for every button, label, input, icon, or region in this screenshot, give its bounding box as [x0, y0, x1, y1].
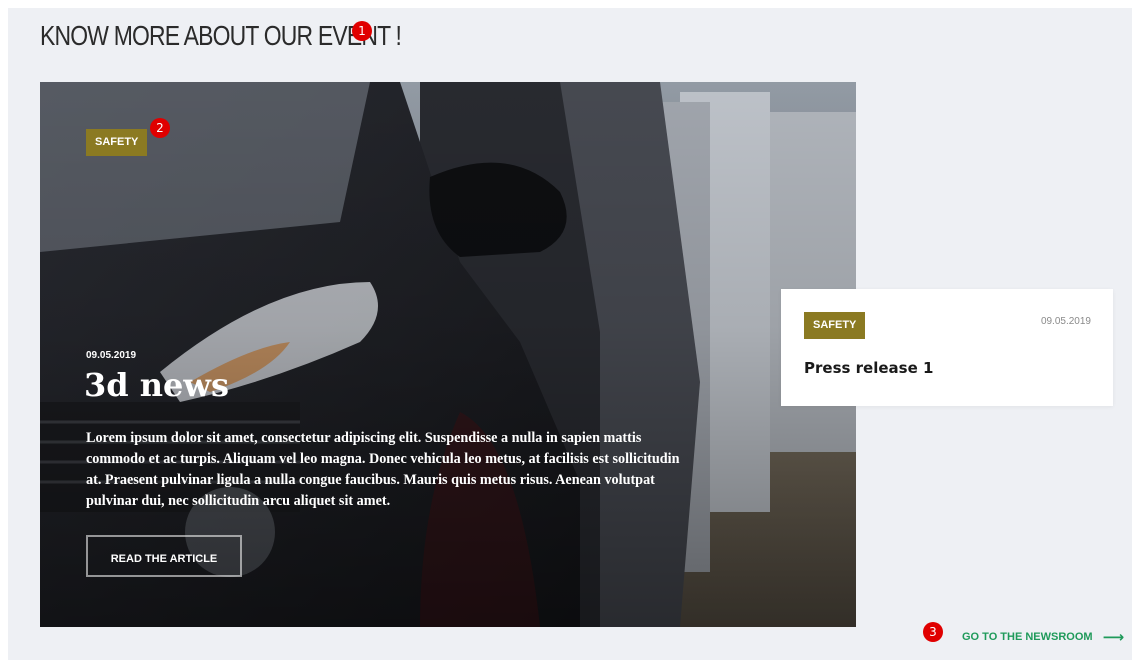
category-tag[interactable]: SAFETY — [804, 312, 866, 339]
annotation-marker-1: 1 — [352, 21, 372, 41]
section-heading: KNOW MORE ABOUT OUR EVENT ! — [40, 20, 402, 51]
article-title[interactable]: 3d news — [84, 366, 229, 404]
read-article-button[interactable]: READ THE ARTICLE — [86, 535, 242, 577]
arrow-right-icon: ⟶ — [1102, 628, 1125, 646]
category-tag[interactable]: SAFETY — [86, 129, 148, 156]
press-release-title[interactable]: Press release 1 — [804, 359, 933, 377]
press-release-date: 09.05.2019 — [1040, 316, 1091, 327]
newsroom-link-label: GO TO THE NEWSROOM — [962, 631, 1093, 643]
featured-article-card[interactable]: SAFETY 2 09.05.2019 3d news Lorem ipsum … — [40, 82, 856, 627]
annotation-marker-2: 2 — [150, 118, 170, 138]
annotation-marker-3: 3 — [923, 622, 943, 642]
press-release-card[interactable]: SAFETY 09.05.2019 Press release 1 — [781, 289, 1113, 406]
newsroom-link[interactable]: GO TO THE NEWSROOM ⟶ — [962, 628, 1124, 646]
article-date: 09.05.2019 — [86, 350, 137, 361]
article-excerpt: Lorem ipsum dolor sit amet, consectetur … — [86, 430, 680, 509]
